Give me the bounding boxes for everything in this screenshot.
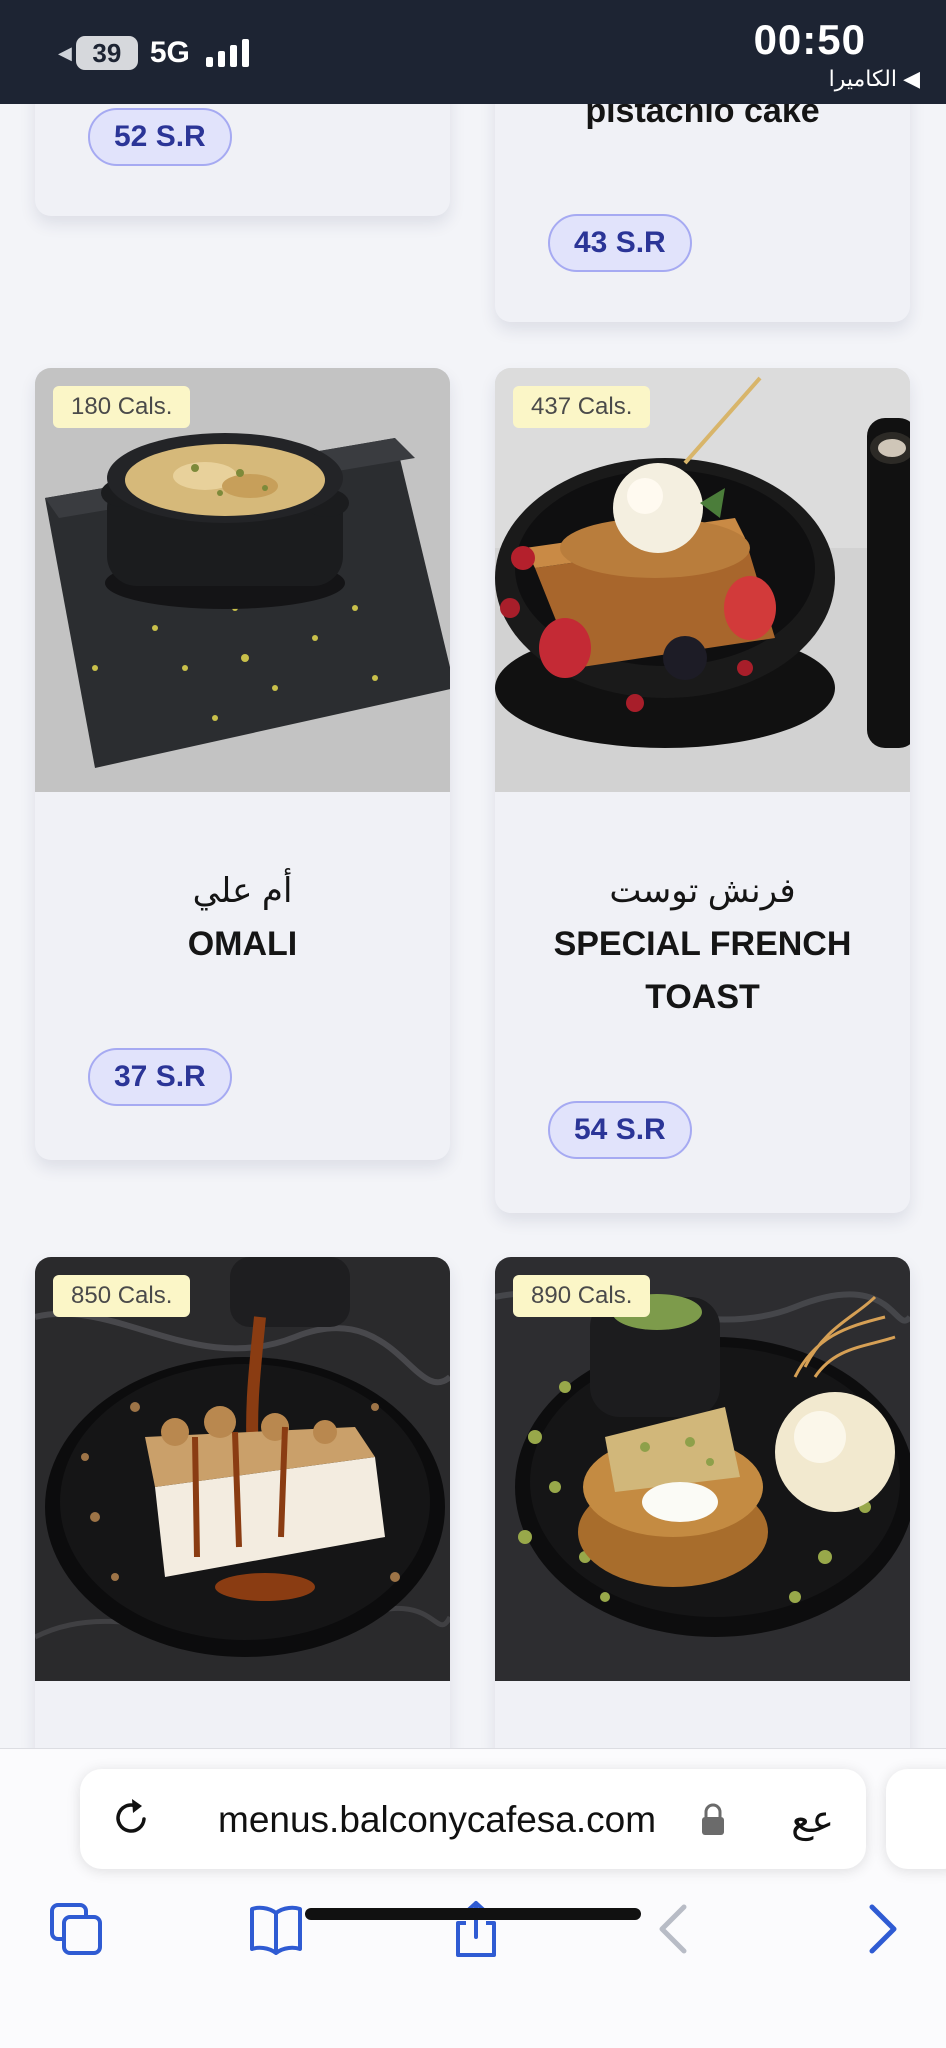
address-bar[interactable]: menus.balconycafesa.com ع‍ع	[80, 1769, 866, 1869]
menu-item-title: فرنش توست SPECIAL FRENCH TOAST	[515, 865, 890, 1024]
url-text[interactable]: menus.balconycafesa.com	[218, 1799, 656, 1841]
menu-item-card[interactable]: 437 Cals. فرنش توست SPECIAL FRENCH TOAST…	[495, 368, 910, 1213]
price-badge: 52 S.R	[88, 108, 232, 166]
dish-photo	[495, 368, 910, 792]
calories-badge: 437 Cals.	[513, 386, 651, 428]
home-indicator[interactable]	[305, 1908, 641, 1920]
dish-photo	[495, 1257, 910, 1681]
tabs-icon[interactable]	[46, 1899, 106, 1959]
text-size-button[interactable]: ع‍ع	[791, 1797, 834, 1842]
reload-icon[interactable]	[108, 1795, 154, 1841]
lock-icon	[700, 1803, 726, 1837]
next-tab-preview[interactable]	[886, 1769, 946, 1869]
network-type: 5G	[149, 36, 190, 69]
forward-icon[interactable]	[852, 1899, 912, 1959]
menu-item-name-en: SPECIAL FRENCH TOAST	[553, 925, 852, 1016]
dish-photo	[35, 368, 450, 792]
menu-item-name-ar: فرنش توست	[609, 872, 796, 910]
price-badge: 43 S.R	[548, 214, 692, 272]
bookmarks-icon[interactable]	[246, 1899, 306, 1959]
browser-bottom-bar: menus.balconycafesa.com ع‍ع	[0, 1748, 946, 2048]
calories-badge: 890 Cals.	[513, 1275, 651, 1317]
menu-item-title: أم علي OMALI	[55, 865, 430, 971]
price-badge: 37 S.R	[88, 1048, 232, 1106]
back-icon[interactable]	[646, 1899, 706, 1959]
dish-photo	[35, 1257, 450, 1681]
status-clock: 00:50	[753, 16, 866, 63]
menu-item-name-en: OMALI	[187, 925, 298, 963]
menu-item-card[interactable]: 180 Cals. أم علي OMALI 37 S.R	[35, 368, 450, 1160]
status-back-glyph: ◀	[58, 42, 72, 63]
signal-bars-icon	[205, 39, 249, 67]
menu-item-card[interactable]: 890 Cals.	[495, 1257, 910, 1817]
back-to-app-link[interactable]: ◀ الكاميرا	[829, 66, 920, 92]
menu-item-name-ar: أم علي	[192, 872, 293, 910]
menu-item-card[interactable]: 850 Cals.	[35, 1257, 450, 1817]
status-left-group: ◀ 39 5G	[58, 36, 249, 70]
battery-indicator: 39	[75, 36, 138, 70]
status-bar: ◀ 39 5G 00:50 ◀ الكاميرا	[0, 0, 946, 104]
price-badge: 54 S.R	[548, 1101, 692, 1159]
calories-badge: 850 Cals.	[53, 1275, 191, 1317]
calories-badge: 180 Cals.	[53, 386, 191, 428]
